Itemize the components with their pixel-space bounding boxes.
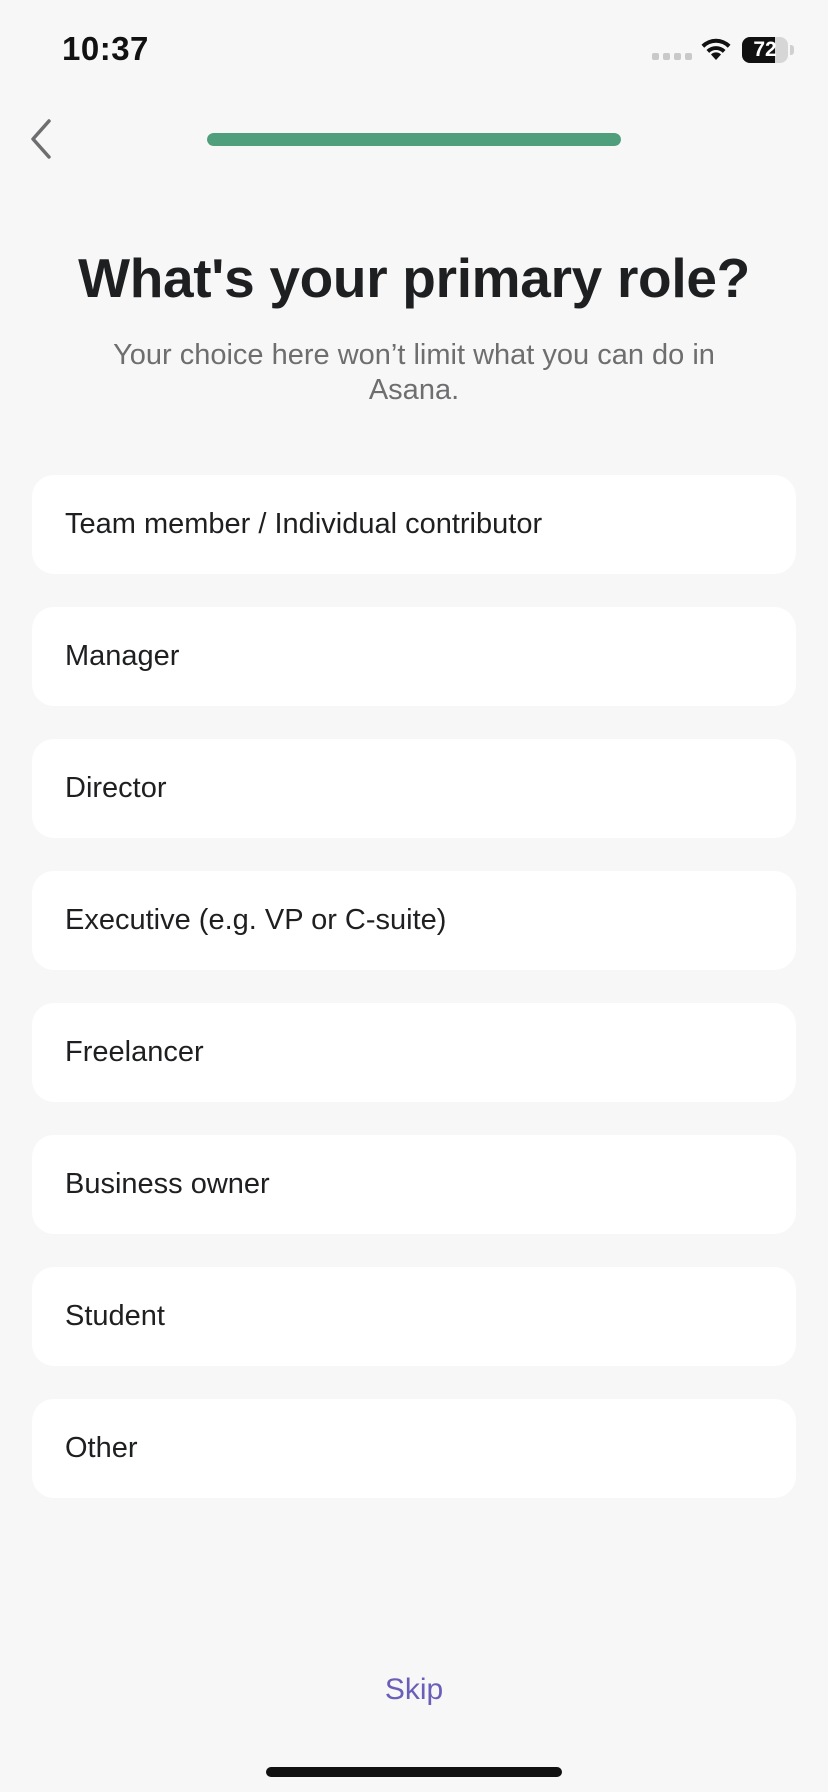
role-option-label: Business owner (65, 1168, 270, 1200)
role-option-business-owner[interactable]: Business owner (32, 1135, 796, 1234)
role-option-executive[interactable]: Executive (e.g. VP or C-suite) (32, 871, 796, 970)
cellular-signal-icon (652, 53, 692, 60)
role-option-label: Director (65, 772, 167, 804)
battery-icon: 72 (742, 37, 788, 63)
skip-button[interactable]: Skip (314, 1666, 514, 1714)
chevron-left-icon (31, 119, 51, 159)
role-option-label: Team member / Individual contributor (65, 508, 543, 540)
home-indicator (266, 1767, 562, 1777)
role-option-label: Executive (e.g. VP or C-suite) (65, 904, 447, 936)
status-time: 10:37 (62, 30, 149, 67)
role-option-manager[interactable]: Manager (32, 607, 796, 706)
status-bar: 10:37 72 (0, 0, 828, 100)
role-option-freelancer[interactable]: Freelancer (32, 1003, 796, 1102)
role-option-director[interactable]: Director (32, 739, 796, 838)
page-title: What's your primary role? (78, 247, 750, 309)
battery-tip (790, 45, 794, 55)
page-subtitle: Your choice here won’t limit what you ca… (113, 339, 715, 406)
back-button[interactable] (14, 112, 68, 166)
role-selection-screen: 10:37 72 What's your primary role? Your … (0, 0, 828, 1792)
role-option-team-member[interactable]: Team member / Individual contributor (32, 475, 796, 574)
role-option-other[interactable]: Other (32, 1399, 796, 1498)
role-option-label: Freelancer (65, 1036, 204, 1068)
wifi-icon (701, 38, 731, 60)
role-options-list: Team member / Individual contributor Man… (32, 475, 796, 1531)
role-option-label: Manager (65, 640, 180, 672)
role-option-student[interactable]: Student (32, 1267, 796, 1366)
progress-fill (207, 133, 621, 146)
role-option-label: Student (65, 1300, 165, 1332)
battery-level: 72 (753, 38, 777, 61)
role-option-label: Other (65, 1432, 138, 1464)
onboarding-progress-bar (207, 133, 621, 146)
